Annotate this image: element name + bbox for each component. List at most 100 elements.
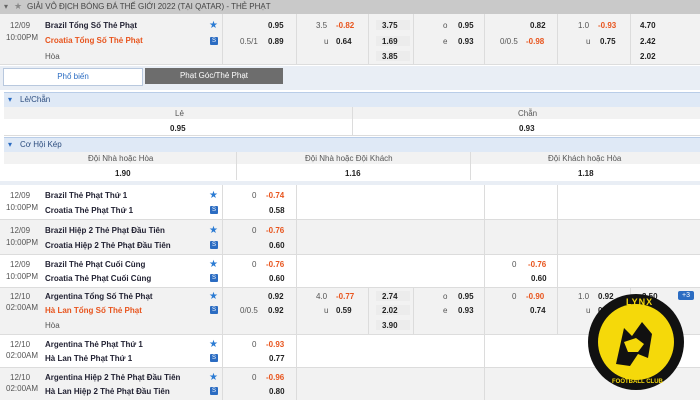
star-icon[interactable]: ★ [209,372,218,383]
odds[interactable]: 0.82 [530,21,546,30]
star-icon[interactable]: ★ [209,190,218,201]
even-label: e [443,37,448,46]
stats-icon[interactable]: S [210,306,218,314]
league-header[interactable]: ▾ ★ GIẢI VÔ ĐỊCH BÓNG ĐÁ THẾ GIỚI 2022 (… [0,0,700,14]
match-date: 12/09 [10,191,31,200]
stats-icon[interactable]: S [210,241,218,249]
odds[interactable]: 0.60 [269,274,285,283]
odds[interactable]: 0.74 [530,306,546,315]
odds-1x2-away[interactable]: 2.02 [382,306,398,315]
collapse-icon[interactable]: ▾ [8,95,12,104]
collapse-icon[interactable]: ▾ [4,2,8,11]
match-date: 12/10 [10,292,31,301]
collapse-icon[interactable]: ▾ [8,140,12,149]
odds[interactable]: -0.74 [266,191,284,200]
odds-1x2-home[interactable]: 2.74 [382,292,398,301]
match-time: 02:00AM [6,384,39,393]
match-date: 12/09 [10,260,31,269]
odds[interactable]: 4.70 [640,21,656,30]
star-icon[interactable]: ★ [209,20,218,31]
stats-icon[interactable]: S [210,274,218,282]
draw-label: Hòa [45,321,60,330]
home-team: Argentina Thẻ Phạt Thứ 1 [45,340,143,349]
home-team: Brazil Thẻ Phạt Thứ 1 [45,191,128,200]
odds[interactable]: 1.90 [115,169,131,178]
odds[interactable]: 0.58 [269,206,285,215]
star-icon[interactable]: ★ [209,259,218,270]
odds[interactable]: -0.98 [526,37,544,46]
handicap: 0 [512,260,517,269]
logo-text: LYNX [626,297,654,307]
odds[interactable]: 0.95 [458,292,474,301]
handicap: 0 [252,373,257,382]
league-title: GIẢI VÔ ĐỊCH BÓNG ĐÁ THẾ GIỚI 2022 (TẠI … [27,2,271,11]
odds[interactable]: -0.93 [598,21,616,30]
match-time: 02:00AM [6,351,39,360]
odds[interactable]: 0.92 [268,292,284,301]
odds-1x2-draw[interactable]: 3.85 [382,52,398,61]
odd-header: Lẻ [175,109,184,118]
stats-icon[interactable]: S [210,206,218,214]
odds[interactable]: 0.95 [170,124,186,133]
odds-1x2-draw[interactable]: 3.90 [382,321,398,330]
match-time: 02:00AM [6,303,39,312]
odds[interactable]: -0.77 [336,292,354,301]
star-icon[interactable]: ★ [209,339,218,350]
tab-corners-cards[interactable]: Phạt Góc/Thẻ Phạt [145,68,283,84]
home-team: Argentina Tổng Số Thẻ Phạt [45,292,153,301]
match-time: 10:00PM [6,238,39,247]
over-under-line: 3.5 [316,21,328,30]
odds[interactable]: 1.16 [345,169,361,178]
stats-icon[interactable]: S [210,37,218,45]
odds[interactable]: -0.90 [526,292,544,301]
odds[interactable]: 0.93 [458,306,474,315]
match-time: 10:00PM [6,33,39,42]
odds[interactable]: 2.02 [640,52,656,61]
odds[interactable]: 0.93 [519,124,535,133]
odds[interactable]: 0.89 [268,37,284,46]
handicap: 0/0.5 [500,37,518,46]
star-icon[interactable]: ★ [209,291,218,302]
odds[interactable]: 0.95 [268,21,284,30]
odds[interactable]: 0.60 [531,274,547,283]
away-team: Croatia Hiệp 2 Thẻ Phạt Đầu Tiên [45,241,171,250]
draw-label: Hòa [45,52,60,61]
stats-icon[interactable]: S [210,387,218,395]
odds[interactable]: -0.76 [266,226,284,235]
odds[interactable]: -0.76 [528,260,546,269]
section-odd-even[interactable]: ▾ Lẻ/Chẵn [4,92,700,108]
star-icon[interactable]: ★ [209,225,218,236]
tab-popular[interactable]: Phổ biến [3,68,143,86]
odds[interactable]: 0.75 [600,37,616,46]
odds[interactable]: 0.77 [269,354,285,363]
match-date: 12/09 [10,21,31,30]
logo-subtext: FOOTBALL CLUB [612,379,663,385]
odds[interactable]: -0.93 [266,340,284,349]
star-icon[interactable]: ★ [14,1,22,12]
away-team: Hà Lan Hiệp 2 Thẻ Phạt Đầu Tiên [45,387,170,396]
odds[interactable]: -0.96 [266,373,284,382]
odds[interactable]: 0.93 [458,37,474,46]
stats-icon[interactable]: S [210,354,218,362]
odds[interactable]: 0.92 [268,306,284,315]
odds[interactable]: 0.64 [336,37,352,46]
odds[interactable]: 0.80 [269,387,285,396]
under-label: u [324,37,329,46]
handicap: 0.5/1 [240,37,258,46]
odds[interactable]: -0.82 [336,21,354,30]
odds[interactable]: 2.42 [640,37,656,46]
even-label: e [443,306,448,315]
handicap: 0 [252,340,257,349]
over-under-line: 4.0 [316,292,328,301]
section-double-chance[interactable]: ▾ Cơ Hội Kép [4,137,700,153]
odds[interactable]: 0.95 [458,21,474,30]
odds[interactable]: -0.76 [266,260,284,269]
handicap: 0 [512,292,517,301]
away-team: Croatia Thẻ Phạt Thứ 1 [45,206,134,215]
odds[interactable]: 0.59 [336,306,352,315]
odds-1x2-away[interactable]: 1.69 [382,37,398,46]
odds[interactable]: 0.60 [269,241,285,250]
odds-1x2-home[interactable]: 3.75 [382,21,398,30]
section-title: Lẻ/Chẵn [20,95,51,104]
odds[interactable]: 1.18 [578,169,594,178]
